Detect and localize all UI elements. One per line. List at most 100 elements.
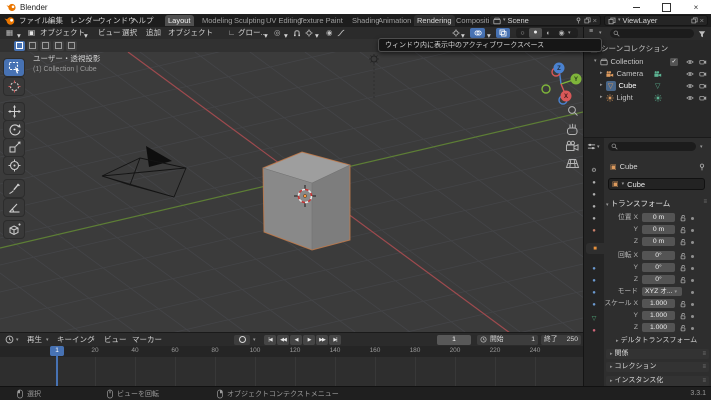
- outliner-row-cube[interactable]: ▸ ▽ Cube ▽: [600, 80, 636, 91]
- next-keyframe-button[interactable]: ▶▶: [316, 335, 328, 345]
- animate-dot[interactable]: [691, 315, 694, 318]
- animate-dot[interactable]: [691, 229, 694, 232]
- menu-marker[interactable]: マーカー: [132, 333, 162, 346]
- location-x-field[interactable]: 0 m: [642, 213, 675, 222]
- menu-view[interactable]: ビュー: [104, 333, 127, 346]
- prev-keyframe-button[interactable]: ◀◀: [277, 335, 289, 345]
- perspective-toggle-icon[interactable]: [567, 160, 579, 168]
- tab-view-layer[interactable]: ●: [586, 201, 602, 212]
- cube-object[interactable]: [263, 152, 350, 250]
- tab-particles[interactable]: ●: [586, 275, 602, 286]
- tab-world[interactable]: ●: [586, 225, 602, 236]
- show-gizmo-icon[interactable]: [452, 29, 460, 37]
- object-name-field[interactable]: ▣ ▾ Cube: [608, 178, 705, 190]
- location-z-field[interactable]: 0 m: [642, 237, 675, 246]
- render-visibility-icon[interactable]: [699, 58, 707, 66]
- play-button[interactable]: ▶: [303, 335, 315, 345]
- animate-dot[interactable]: [691, 241, 694, 244]
- workspace-tab-texture-paint[interactable]: Texture Paint: [296, 15, 346, 26]
- select-mode-subtract[interactable]: [40, 41, 51, 51]
- outliner-row-collection[interactable]: ▾ Collection ✓: [594, 56, 643, 67]
- timeline-tracks[interactable]: [0, 357, 583, 387]
- hide-eye-icon[interactable]: [686, 94, 694, 102]
- xray-toggle[interactable]: [496, 28, 510, 38]
- frame-end-field[interactable]: 終了250: [541, 335, 581, 345]
- menu-edit[interactable]: 編集: [46, 15, 65, 26]
- snap-target-icon[interactable]: [305, 29, 313, 37]
- rotation-z-field[interactable]: 0°: [642, 275, 675, 284]
- animate-dot[interactable]: [691, 279, 694, 282]
- light-object[interactable]: [369, 54, 379, 100]
- new-view-layer-icon[interactable]: [691, 17, 698, 24]
- minimize-button[interactable]: [621, 0, 651, 14]
- menu-select[interactable]: 選択: [122, 27, 137, 39]
- lock-icon[interactable]: [679, 226, 687, 234]
- play-reverse-button[interactable]: ◀: [290, 335, 302, 345]
- scene-name[interactable]: Scene: [508, 16, 529, 25]
- tab-render[interactable]: ●: [586, 177, 602, 188]
- lock-icon[interactable]: [679, 324, 687, 332]
- scale-x-field[interactable]: 1.000: [642, 299, 675, 308]
- breadcrumb-object-name[interactable]: Cube: [620, 162, 638, 171]
- proportional-edit-icon[interactable]: ◉: [326, 27, 333, 39]
- scene-selector[interactable]: ▾ Scene ×: [489, 15, 601, 26]
- shading-wireframe-icon[interactable]: ○: [516, 30, 529, 37]
- tool-scale[interactable]: [4, 139, 24, 156]
- outliner-label[interactable]: Collection: [611, 57, 644, 66]
- workspace-tab-animation[interactable]: Animation: [375, 15, 414, 26]
- select-mode-intersect[interactable]: [66, 41, 77, 51]
- collection-checkbox[interactable]: ✓: [670, 58, 678, 66]
- instancing-panel[interactable]: ▸ インスタンス化≡: [606, 376, 709, 386]
- unlink-scene-icon[interactable]: ×: [593, 16, 597, 25]
- scale-z-field[interactable]: 1.000: [642, 323, 675, 332]
- rotation-y-field[interactable]: 0°: [642, 263, 675, 272]
- lock-icon[interactable]: [679, 214, 687, 222]
- jump-to-end-button[interactable]: ▶|: [329, 335, 341, 345]
- new-scene-icon[interactable]: [584, 17, 591, 24]
- outliner-label[interactable]: Camera: [617, 69, 644, 78]
- view-layer-name[interactable]: ViewLayer: [623, 16, 658, 25]
- current-frame-field[interactable]: 1: [437, 335, 471, 345]
- tab-modifiers[interactable]: ●: [586, 263, 602, 274]
- collections-panel[interactable]: ▸ コレクション≡: [606, 362, 709, 372]
- outliner-label[interactable]: シーンコレクション: [601, 43, 668, 54]
- menu-keying[interactable]: キーイング: [57, 333, 95, 346]
- lock-icon[interactable]: [679, 312, 687, 320]
- menu-playback[interactable]: 再生: [27, 333, 42, 346]
- outliner-label[interactable]: Cube: [619, 81, 637, 90]
- filter-icon[interactable]: [698, 30, 706, 38]
- editor-type-icon[interactable]: ▦: [6, 27, 13, 39]
- animate-dot[interactable]: [691, 303, 694, 306]
- lock-icon[interactable]: [679, 276, 687, 284]
- expand-icon[interactable]: ▸: [600, 83, 603, 88]
- workspace-tab-rendering[interactable]: Rendering: [414, 15, 455, 26]
- animate-dot[interactable]: [691, 217, 694, 220]
- hide-eye-icon[interactable]: [686, 70, 694, 78]
- pin-icon[interactable]: [698, 163, 706, 171]
- expand-icon[interactable]: ▸: [600, 95, 603, 100]
- tool-select-box[interactable]: [4, 59, 24, 76]
- transform-orientation-dropdown[interactable]: グロー...: [238, 27, 267, 39]
- pin-icon[interactable]: [575, 17, 582, 24]
- blender-menu-icon[interactable]: [4, 15, 15, 26]
- workspace-tab-modeling[interactable]: Modeling: [199, 15, 235, 26]
- rotation-x-field[interactable]: 0°: [642, 251, 675, 260]
- lock-icon[interactable]: [679, 252, 687, 260]
- menu-object[interactable]: オブジェクト: [168, 27, 213, 39]
- animate-dot[interactable]: [691, 267, 694, 270]
- tool-measure[interactable]: [4, 199, 24, 216]
- transform-panel-header[interactable]: ▾ トランスフォーム: [606, 198, 670, 209]
- outliner-search-input[interactable]: [610, 29, 694, 38]
- menu-help[interactable]: ヘルプ: [129, 15, 156, 26]
- select-mode-extend[interactable]: [27, 41, 38, 51]
- outliner-display-mode-icon[interactable]: ≡: [589, 28, 593, 35]
- animate-dot[interactable]: [691, 255, 694, 258]
- tab-output[interactable]: ●: [586, 189, 602, 200]
- workspace-tab-layout[interactable]: Layout: [165, 15, 194, 26]
- auto-key-toggle[interactable]: [234, 335, 250, 345]
- lock-icon[interactable]: [679, 264, 687, 272]
- select-mode-invert[interactable]: [53, 41, 64, 51]
- render-visibility-icon[interactable]: [699, 94, 707, 102]
- shading-rendered-icon[interactable]: ◉: [555, 29, 568, 37]
- lock-icon[interactable]: [679, 300, 687, 308]
